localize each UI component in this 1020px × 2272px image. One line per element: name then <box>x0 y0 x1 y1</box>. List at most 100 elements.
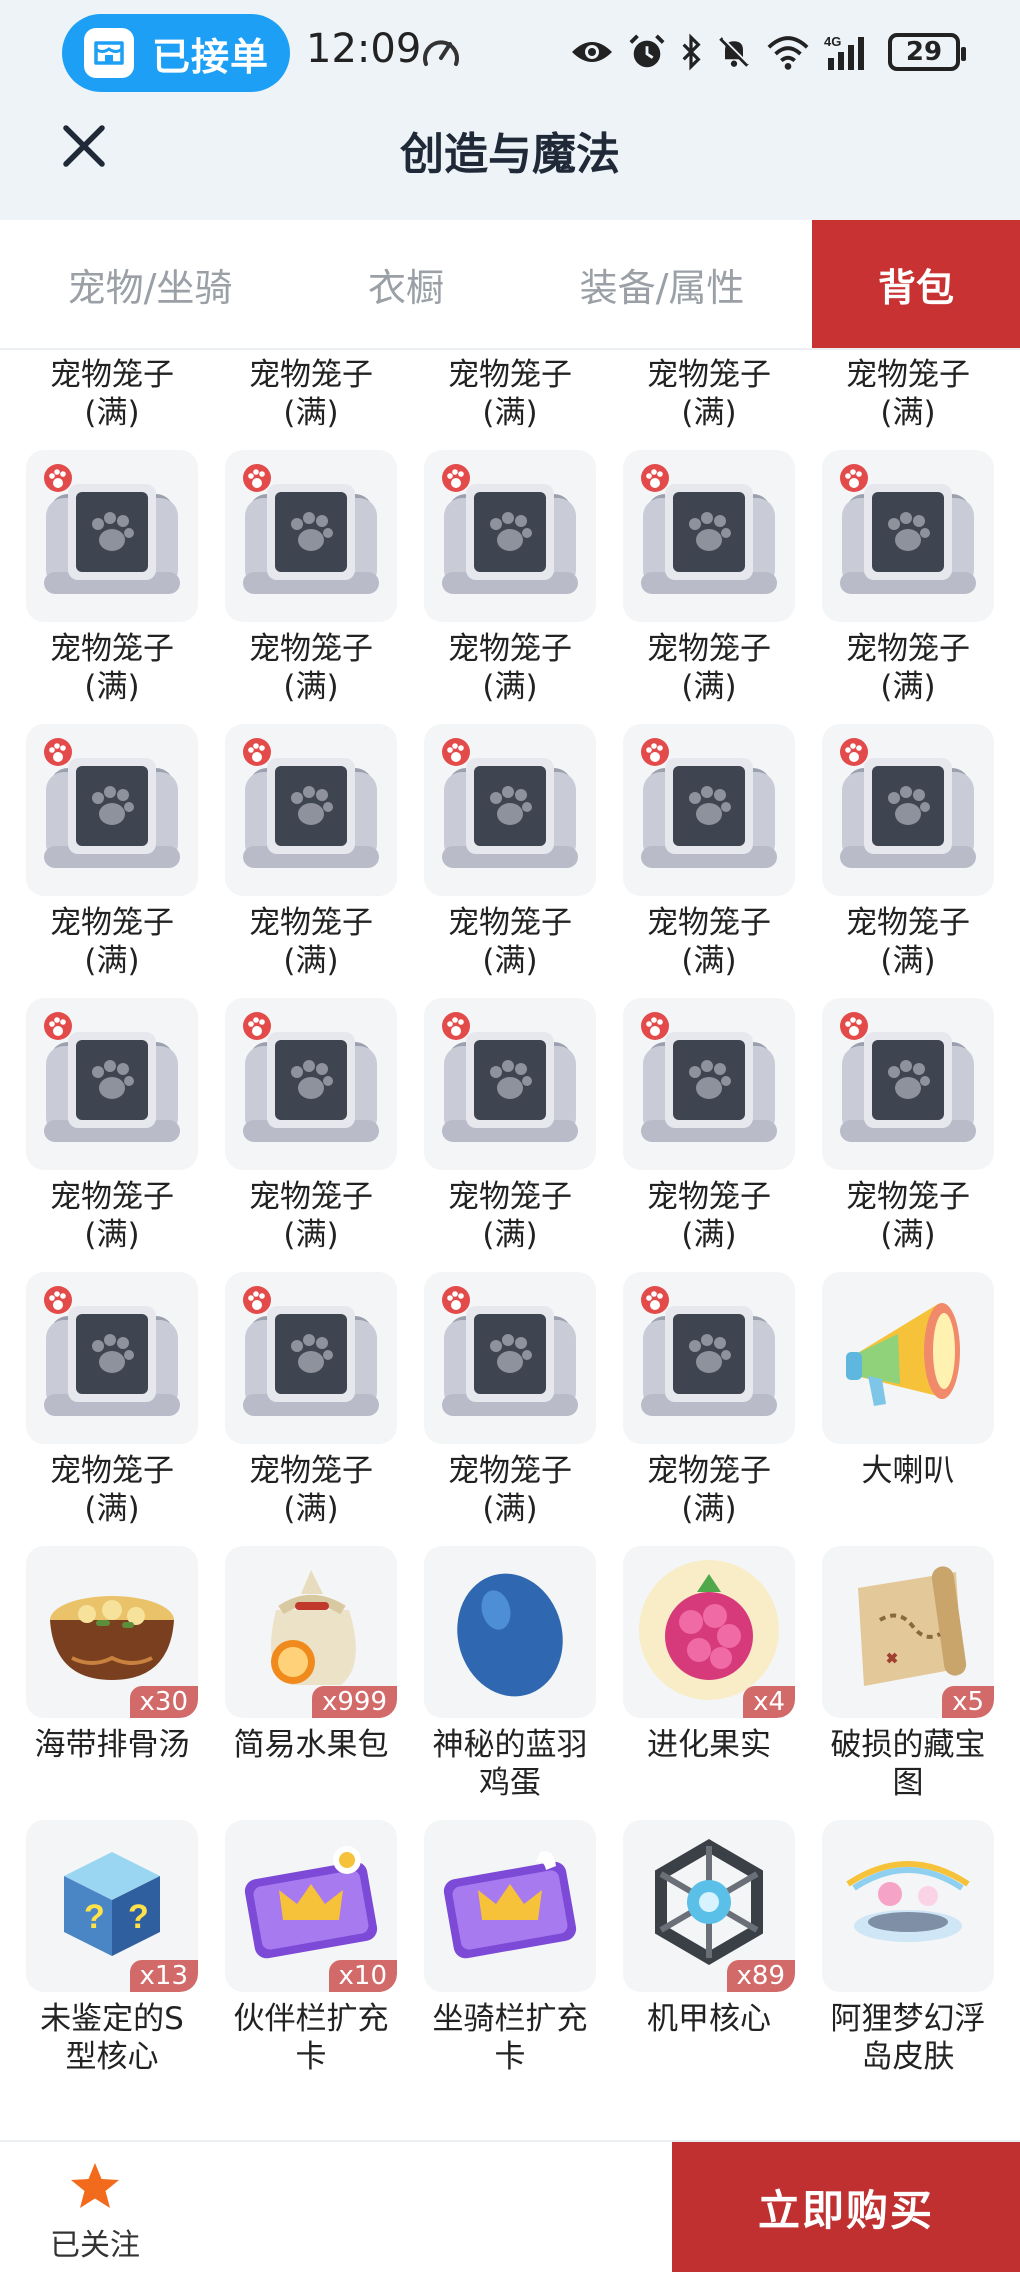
backpack-item[interactable]: 宠物笼子 (满) <box>623 352 795 450</box>
item-thumbnail <box>623 450 795 622</box>
pet-cage-icon <box>430 1276 590 1440</box>
cellular-signal-icon: 4G <box>824 34 864 70</box>
pet-cage-icon <box>629 1002 789 1166</box>
backpack-item[interactable]: 宠物笼子 (满) <box>225 352 397 450</box>
follow-label: 已关注 <box>50 2228 140 2263</box>
item-name: 宠物笼子 (满) <box>647 905 771 979</box>
backpack-item[interactable]: 宠物笼子 (满) <box>26 1272 198 1546</box>
pet-cage-icon <box>32 454 192 618</box>
tab-wardrobe[interactable]: 衣橱 <box>300 220 512 348</box>
item-quantity-badge: x5 <box>942 1686 994 1718</box>
item-name: 宠物笼子 (满) <box>249 1453 373 1527</box>
backpack-item[interactable]: 宠物笼子 (满) <box>623 450 795 724</box>
item-thumbnail <box>225 998 397 1170</box>
item-name: 宠物笼子 (满) <box>647 357 771 431</box>
backpack-item[interactable]: 神秘的蓝羽 鸡蛋 <box>424 1546 596 1820</box>
item-name: 进化果实 <box>647 1727 771 1763</box>
backpack-item[interactable]: 宠物笼子 (满) <box>26 724 198 998</box>
backpack-item[interactable]: 宠物笼子 (满) <box>424 450 596 724</box>
backpack-item[interactable]: 宠物笼子 (满) <box>822 998 994 1272</box>
item-thumbnail <box>26 1272 198 1444</box>
backpack-item[interactable]: 宠物笼子 (满) <box>822 450 994 724</box>
backpack-item[interactable]: 宠物笼子 (满) <box>424 998 596 1272</box>
item-thumbnail: ?? x13 <box>26 1820 198 1992</box>
mount-card-icon <box>430 1824 590 1988</box>
backpack-item[interactable]: 宠物笼子 (满) <box>26 998 198 1272</box>
order-status-pill[interactable]: 已接单 <box>62 14 290 92</box>
tab-equipment[interactable]: 装备/属性 <box>512 220 812 348</box>
island-skin-icon <box>828 1824 988 1988</box>
item-thumbnail <box>822 724 994 896</box>
item-name: 宠物笼子 (满) <box>846 631 970 705</box>
backpack-item[interactable]: 宠物笼子 (满) <box>26 352 198 450</box>
tab-backpack[interactable]: 背包 <box>812 220 1020 348</box>
item-name: 宠物笼子 (满) <box>647 1453 771 1527</box>
tab-pets-mounts[interactable]: 宠物/坐骑 <box>0 220 300 348</box>
bottom-bar: 已关注 立即购买 <box>0 2140 1020 2272</box>
backpack-item[interactable]: 宠物笼子 (满) <box>225 998 397 1272</box>
item-thumbnail <box>26 450 198 622</box>
backpack-item[interactable]: 宠物笼子 (满) <box>822 724 994 998</box>
wifi-icon <box>767 36 809 70</box>
item-name: 阿狸梦幻浮 岛皮肤 <box>830 2001 986 2075</box>
bluetooth-icon <box>682 33 701 71</box>
top-bar: 已接单 12:09 4G 29 创造与魔法 <box>0 0 1020 220</box>
follow-button[interactable]: 已关注 <box>40 2160 150 2263</box>
backpack-item[interactable]: 宠物笼子 (满) <box>225 1272 397 1546</box>
item-name: 宠物笼子 (满) <box>846 1179 970 1253</box>
item-thumbnail <box>424 1546 596 1718</box>
item-thumbnail <box>623 998 795 1170</box>
pet-cage-icon <box>231 454 391 618</box>
buy-now-button[interactable]: 立即购买 <box>672 2142 1020 2272</box>
backpack-item[interactable]: x999 简易水果包 <box>225 1546 397 1820</box>
backpack-item[interactable]: 宠物笼子 (满) <box>225 450 397 724</box>
item-thumbnail <box>26 998 198 1170</box>
pet-cage-icon <box>828 454 988 618</box>
item-name: 宠物笼子 (满) <box>448 357 572 431</box>
item-name: 宠物笼子 (满) <box>249 905 373 979</box>
item-quantity-badge: x10 <box>328 1960 397 1992</box>
backpack-item[interactable]: 宠物笼子 (满) <box>623 1272 795 1546</box>
item-name: 宠物笼子 (满) <box>50 357 174 431</box>
pet-cage-icon <box>629 728 789 892</box>
order-status-label: 已接单 <box>152 34 270 79</box>
page-title: 创造与魔法 <box>400 129 620 180</box>
item-thumbnail <box>424 450 596 622</box>
backpack-item[interactable]: 宠物笼子 (满) <box>424 724 596 998</box>
pet-cage-icon <box>231 1276 391 1440</box>
alarm-icon <box>629 34 665 68</box>
status-icons: 4G 29 <box>570 26 966 78</box>
pet-cage-icon <box>430 1002 590 1166</box>
item-name: 宠物笼子 (满) <box>50 1453 174 1527</box>
backpack-item[interactable]: 宠物笼子 (满) <box>424 352 596 450</box>
backpack-item[interactable]: ?? x13 未鉴定的S 型核心 <box>26 1820 198 2094</box>
megaphone-icon <box>828 1276 988 1440</box>
item-thumbnail <box>424 724 596 896</box>
backpack-item[interactable]: 大喇叭 <box>822 1272 994 1546</box>
backpack-item[interactable]: x10 伙伴栏扩充 卡 <box>225 1820 397 2094</box>
item-name: 宠物笼子 (满) <box>50 631 174 705</box>
item-name: 宠物笼子 (满) <box>50 1179 174 1253</box>
backpack-item[interactable]: 宠物笼子 (满) <box>424 1272 596 1546</box>
item-thumbnail <box>822 450 994 622</box>
pet-cage-icon <box>231 1002 391 1166</box>
item-thumbnail: x30 <box>26 1546 198 1718</box>
item-name: 机甲核心 <box>647 2001 771 2037</box>
item-thumbnail <box>623 724 795 896</box>
category-tabs: 宠物/坐骑 衣橱 装备/属性 背包 <box>0 220 1020 350</box>
backpack-item[interactable]: 宠物笼子 (满) <box>623 724 795 998</box>
item-quantity-badge: x13 <box>129 1960 198 1992</box>
backpack-item[interactable]: 宠物笼子 (满) <box>26 450 198 724</box>
backpack-item[interactable]: 宠物笼子 (满) <box>225 724 397 998</box>
backpack-item[interactable]: x5 破损的藏宝 图 <box>822 1546 994 1820</box>
backpack-item[interactable]: 宠物笼子 (满) <box>623 998 795 1272</box>
backpack-item[interactable]: x30 海带排骨汤 <box>26 1546 198 1820</box>
status-clock: 12:09 <box>306 26 422 72</box>
backpack-item[interactable]: 坐骑栏扩充 卡 <box>424 1820 596 2094</box>
backpack-grid[interactable]: 宠物笼子 (满) 宠物笼子 (满) 宠物笼子 (满) 宠物笼子 (满) 宠物笼子 (满)… <box>0 352 1020 2140</box>
backpack-item[interactable]: 宠物笼子 (满) <box>822 352 994 450</box>
backpack-item[interactable]: x4 进化果实 <box>623 1546 795 1820</box>
pet-cage-icon <box>32 1002 192 1166</box>
backpack-item[interactable]: x89 机甲核心 <box>623 1820 795 2094</box>
backpack-item[interactable]: 阿狸梦幻浮 岛皮肤 <box>822 1820 994 2094</box>
